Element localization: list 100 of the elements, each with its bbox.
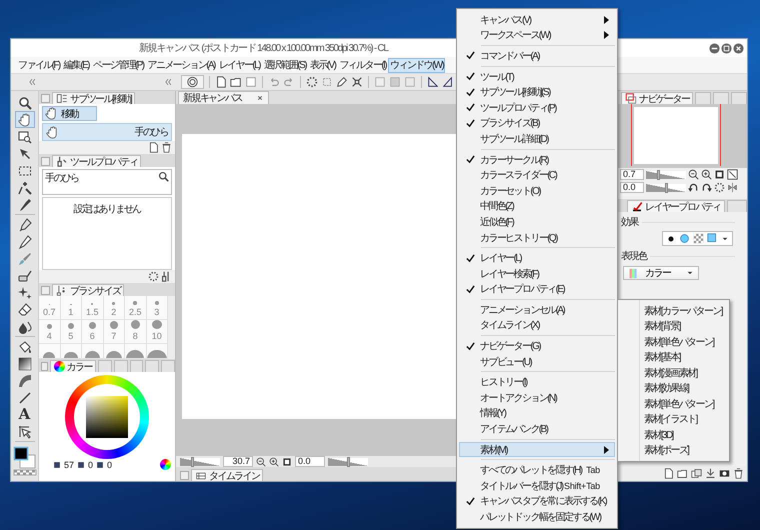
slider-thumb[interactable] — [657, 170, 660, 180]
close-button[interactable] — [733, 42, 744, 54]
menu-item[interactable]: 情報(Y) — [459, 406, 615, 422]
menu-item[interactable]: 素材(M) — [459, 442, 615, 458]
dot-icon[interactable] — [666, 234, 676, 244]
zoom-slider[interactable] — [180, 458, 220, 466]
panel-tab[interactable]: ナビゲーター — [621, 92, 694, 104]
zoom-field[interactable]: 30.7 — [223, 456, 253, 467]
scale-handles-icon[interactable] — [351, 76, 363, 88]
menu-item[interactable]: オートアクション(N) — [459, 390, 615, 406]
menu-item[interactable]: ツール(T) — [459, 68, 615, 84]
zoom-field[interactable]: 0.7 — [620, 169, 644, 180]
checker-icon[interactable] — [693, 233, 704, 244]
menu-item[interactable]: タイムライン(X) — [459, 318, 615, 334]
menu-item[interactable]: 素材[基本] — [618, 350, 729, 365]
zoom-out-icon[interactable] — [688, 169, 699, 180]
spiral-icon[interactable] — [186, 76, 199, 88]
pen-selection-icon[interactable] — [336, 76, 348, 88]
panel-tab[interactable]: ツールプロパティ — [52, 155, 142, 167]
menu-bar-item[interactable]: ページ管理(P) — [90, 58, 146, 72]
menu-item[interactable]: タイトルバーを隠す(J)Shift+Tab — [459, 478, 615, 494]
dotted-circle-icon[interactable] — [306, 76, 318, 88]
color-square[interactable] — [86, 396, 128, 438]
zoom-in-icon[interactable] — [269, 456, 279, 466]
panel-tab[interactable]: ブラシサイズ — [52, 284, 124, 296]
menu-item[interactable]: 中間色(Z) — [459, 198, 615, 214]
panel-tab[interactable]: レイヤープロパティ — [627, 200, 725, 212]
menu-item[interactable]: サブツール詳細(D) — [459, 131, 615, 147]
menu-item[interactable]: 素材[背景] — [618, 318, 729, 334]
menu-bar-item[interactable]: ファイル(F) — [16, 58, 62, 72]
new-document-icon[interactable] — [215, 76, 227, 88]
menu-item[interactable]: レイヤー検索(F) — [459, 266, 615, 282]
menu-item[interactable]: 素材[イラスト] — [618, 412, 729, 427]
color-mode-icon[interactable] — [160, 459, 171, 470]
new-layer-icon[interactable] — [663, 468, 674, 479]
angle-field[interactable]: 0.0 — [620, 182, 644, 193]
menu-item[interactable]: 近似色(F) — [459, 214, 615, 230]
collapse-chevron-icon[interactable] — [27, 77, 37, 87]
color-swatches-icon[interactable] — [12, 446, 36, 476]
menu-bar-item[interactable]: 選択範囲(S) — [262, 58, 308, 72]
new-folder-icon[interactable] — [677, 468, 688, 479]
menu-item[interactable]: レイヤー(L) — [459, 250, 615, 266]
menu-item[interactable]: すべてのパレットを隠す(H) Tab — [459, 462, 615, 478]
menu-item[interactable]: キャンバスタブを常に表示する(K) — [459, 494, 615, 510]
slider-thumb[interactable] — [191, 456, 194, 466]
menu-item[interactable]: 素材[単色パターン] — [618, 334, 729, 350]
menu-item[interactable]: 素材[ポーズ] — [618, 442, 729, 458]
angle-slider[interactable] — [328, 458, 368, 466]
fit-icon[interactable] — [282, 456, 292, 466]
mask-icon[interactable] — [719, 468, 730, 479]
dotted-circle-icon[interactable] — [714, 182, 725, 193]
resize-icon[interactable] — [727, 169, 738, 180]
slider-thumb[interactable] — [347, 456, 350, 466]
ruler-icon[interactable] — [427, 76, 439, 88]
panel-tab[interactable]: タイムライン — [191, 469, 264, 481]
menu-item[interactable]: カラースライダー(C) — [459, 167, 615, 183]
zoom-out-icon[interactable] — [256, 456, 266, 466]
dotted-circle-icon[interactable] — [148, 271, 159, 282]
menu-item[interactable]: サブツール[移動](S) — [459, 84, 615, 100]
minimize-button[interactable] — [709, 42, 720, 54]
menu-item[interactable]: 素材[カラーパターン] — [618, 303, 729, 318]
menu-item[interactable]: 素材[3D] — [618, 427, 729, 442]
slider-thumb[interactable] — [665, 182, 668, 192]
menu-item[interactable]: 素材[漫画素材] — [618, 365, 729, 380]
fit-icon[interactable] — [714, 169, 725, 180]
menu-item[interactable]: 素材[効果線] — [618, 380, 729, 396]
menu-item[interactable]: サブビュー(U) — [459, 354, 615, 370]
menu-bar-item[interactable]: フィルター(I) — [337, 58, 388, 72]
zoom-slider[interactable] — [646, 170, 686, 178]
zoom-in-icon[interactable] — [701, 169, 712, 180]
menu-item[interactable]: アニメーションセル(A) — [459, 302, 615, 318]
panel-tab[interactable]: サブツール[移動] — [52, 92, 136, 104]
folder-icon[interactable] — [230, 76, 242, 88]
expression-color-dropdown[interactable]: カラー — [623, 266, 699, 280]
sub-tool-group-button[interactable]: 移動 — [42, 106, 97, 121]
menu-bar-item[interactable]: ウィンドウ(W) — [388, 58, 446, 72]
angle-slider[interactable] — [646, 184, 686, 192]
circle-icon[interactable] — [679, 233, 690, 244]
trash-icon[interactable] — [733, 468, 744, 479]
trash-icon[interactable] — [161, 142, 172, 153]
menu-item[interactable]: ワークスペース(W) — [459, 28, 615, 44]
menu-item[interactable]: 素材[単色パターン] — [618, 396, 729, 412]
menu-item[interactable]: アイテムバンク(B) — [459, 421, 615, 437]
brush-size-button[interactable]: 10 — [146, 320, 168, 344]
menu-item[interactable]: カラーヒストリー(Q) — [459, 230, 615, 246]
menu-bar-item[interactable]: アニメーション(A) — [145, 58, 217, 72]
menu-item[interactable]: コマンドバー(A) — [459, 48, 615, 64]
menu-item[interactable]: ブラシサイズ(B) — [459, 116, 615, 132]
merge-icon[interactable] — [705, 468, 716, 479]
menu-bar-item[interactable]: 表示(V) — [308, 58, 338, 72]
menu-item[interactable]: ヒストリー(I) — [459, 374, 615, 390]
menu-item[interactable]: レイヤープロパティ(E) — [459, 282, 615, 298]
angle-field[interactable]: 0.0 — [295, 456, 325, 467]
close-icon[interactable] — [256, 94, 264, 102]
rotate-left-icon[interactable] — [688, 182, 699, 193]
menu-item[interactable]: ナビゲーター(G) — [459, 338, 615, 354]
collapse-chevron-icon[interactable] — [163, 77, 173, 87]
menu-bar-item[interactable]: レイヤー(L) — [216, 58, 262, 72]
text-tool-button[interactable]: A — [14, 406, 34, 423]
square-icon[interactable] — [707, 233, 718, 244]
